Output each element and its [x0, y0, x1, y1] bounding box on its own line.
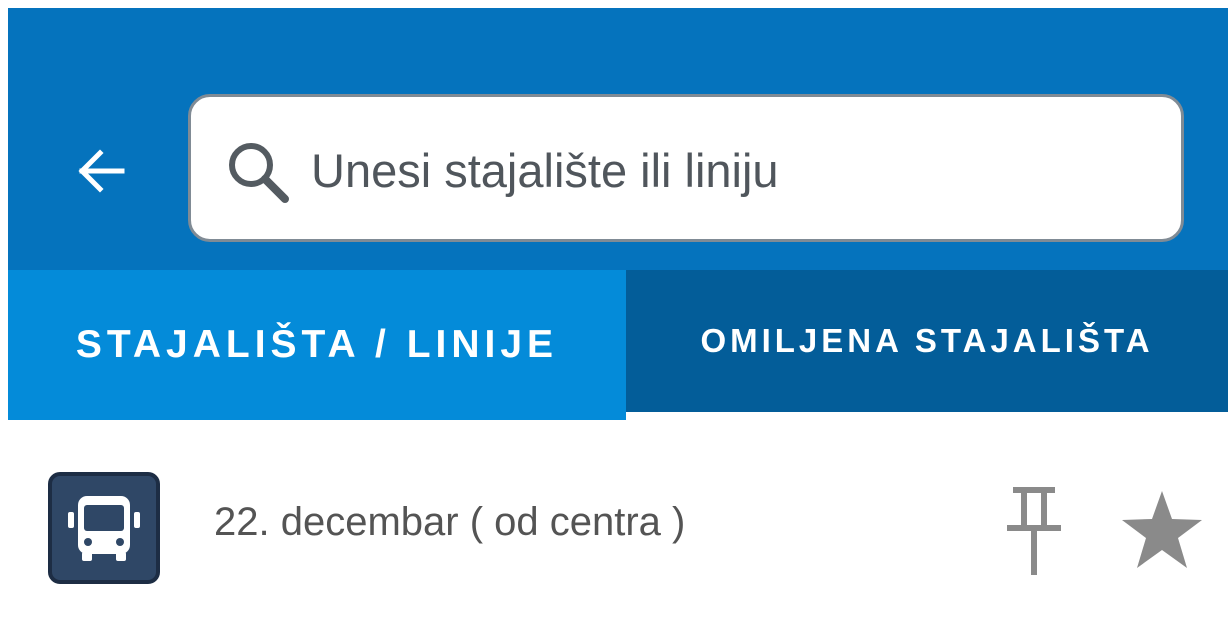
star-icon [1122, 491, 1202, 568]
bus-icon [48, 472, 160, 584]
top-app-bar [8, 8, 1228, 270]
tab-stops-lines-label: STAJALIŠTA / LINIJE [75, 323, 559, 366]
back-button[interactable] [66, 136, 136, 206]
tab-stops-lines[interactable]: STAJALIŠTA / LINIJE [8, 270, 626, 420]
stop-list-item[interactable]: 22. decembar ( od centra ) [8, 420, 1228, 628]
tab-bar: STAJALIŠTA / LINIJE OMILJENA STAJALIŠTA [8, 270, 1228, 420]
search-field[interactable] [188, 94, 1184, 242]
search-icon [229, 143, 289, 203]
arrow-left-icon [78, 149, 125, 193]
tab-favorite-stops[interactable]: OMILJENA STAJALIŠTA [626, 270, 1228, 412]
pin-icon [1007, 487, 1061, 575]
favorite-button[interactable] [1114, 482, 1210, 578]
pin-button[interactable] [994, 480, 1074, 580]
tab-favorite-stops-label: OMILJENA STAJALIŠTA [700, 322, 1154, 359]
stop-name: 22. decembar ( od centra ) [214, 500, 686, 544]
app-screen: STAJALIŠTA / LINIJE OMILJENA STAJALIŠTA [0, 0, 1228, 628]
search-input[interactable] [311, 125, 1151, 215]
